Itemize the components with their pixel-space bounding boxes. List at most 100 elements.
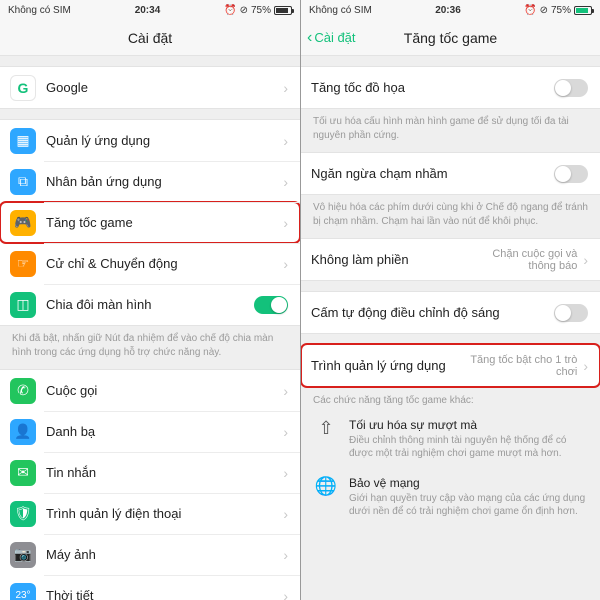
row-mistouch-prevent[interactable]: Ngăn ngừa chạm nhầm xyxy=(301,153,600,194)
settings-group-apps: ✆ Cuộc gọi › 👤 Danh bạ › ✉ Tin nhắn › 🛡 … xyxy=(0,369,300,600)
chevron-right-icon: › xyxy=(283,547,288,563)
row-app-management[interactable]: ▦ Quản lý ứng dụng › xyxy=(0,120,300,161)
split-screen-icon: ◫ xyxy=(10,292,36,318)
status-bar: Không có SIM 20:36 ⏰ ⊘ 75% xyxy=(301,0,600,20)
phone-icon: ✆ xyxy=(10,378,36,404)
chevron-right-icon: › xyxy=(283,133,288,149)
mistouch-hint: Vô hiệu hóa các phím dưới cùng khi ở Chế… xyxy=(301,195,600,228)
battery-charging-icon xyxy=(574,6,592,15)
apps-icon: ▦ xyxy=(10,128,36,154)
alarm-icon: ⏰ xyxy=(224,5,236,16)
settings-group-google: G Google › xyxy=(0,66,300,109)
google-icon: G xyxy=(10,75,36,101)
chevron-right-icon: › xyxy=(283,465,288,481)
row-graphics-boost[interactable]: Tăng tốc đồ họa xyxy=(301,67,600,108)
chevron-right-icon: › xyxy=(583,252,588,268)
brightness-toggle[interactable] xyxy=(554,304,588,322)
row-label: Chia đôi màn hình xyxy=(46,297,254,312)
row-phone-manager[interactable]: 🛡 Trình quản lý điện thoại › xyxy=(0,493,300,534)
row-google[interactable]: G Google › xyxy=(0,67,300,108)
row-gestures[interactable]: ☞ Cử chỉ & Chuyển động › xyxy=(0,243,300,284)
chevron-left-icon: ‹ xyxy=(307,30,312,46)
row-label: Tăng tốc game xyxy=(46,215,277,230)
row-label: Quản lý ứng dụng xyxy=(46,133,277,148)
chevron-right-icon: › xyxy=(583,358,588,374)
chevron-right-icon: › xyxy=(283,588,288,600)
chevron-right-icon: › xyxy=(283,506,288,522)
row-app-clone[interactable]: ⧉ Nhân bản ứng dụng › xyxy=(0,161,300,202)
app-manager-value: Tăng tốc bật cho 1 trò chơi xyxy=(462,354,577,378)
graphics-hint: Tối ưu hóa cấu hình màn hình game để sử … xyxy=(301,109,600,142)
page-title: Tăng tốc game xyxy=(404,30,497,46)
chevron-right-icon: › xyxy=(283,215,288,231)
back-label: Cài đặt xyxy=(314,30,355,45)
feature-title: Bảo vệ mạng xyxy=(349,476,588,490)
mistouch-toggle[interactable] xyxy=(554,165,588,183)
row-game-boost[interactable]: 🎮 Tăng tốc game › xyxy=(0,202,300,243)
row-contacts[interactable]: 👤 Danh bạ › xyxy=(0,411,300,452)
back-button[interactable]: ‹ Cài đặt xyxy=(307,30,356,46)
settings-screen: Không có SIM 20:34 ⏰ ⊘ 75% Cài đặt G Goo… xyxy=(0,0,300,600)
chevron-right-icon: › xyxy=(283,424,288,440)
dnd-value: Chặn cuộc gọi và thông báo xyxy=(462,248,577,272)
chevron-right-icon: › xyxy=(283,80,288,96)
feature-title: Tối ưu hóa sự mượt mà xyxy=(349,418,588,432)
battery-icon xyxy=(274,6,292,15)
row-label: Google xyxy=(46,80,277,95)
row-app-manager[interactable]: Trình quản lý ứng dụng Tăng tốc bật cho … xyxy=(301,345,600,386)
status-icons: ⏰ ⊘ 75% xyxy=(224,5,292,16)
row-messages[interactable]: ✉ Tin nhắn › xyxy=(0,452,300,493)
navbar: ‹ Cài đặt Tăng tốc game xyxy=(301,20,600,56)
row-dnd[interactable]: Không làm phiền Chặn cuộc gọi và thông b… xyxy=(301,239,600,280)
gesture-icon: ☞ xyxy=(10,251,36,277)
dnd-icon: ⊘ xyxy=(540,5,548,16)
settings-group-system: ▦ Quản lý ứng dụng › ⧉ Nhân bản ứng dụng… xyxy=(0,119,300,326)
chevron-right-icon: › xyxy=(283,256,288,272)
clock: 20:36 xyxy=(372,5,524,16)
battery-percent: 75% xyxy=(551,5,571,16)
row-call[interactable]: ✆ Cuộc gọi › xyxy=(0,370,300,411)
shield-icon: 🛡 xyxy=(10,501,36,527)
feature-smooth: ⇧ Tối ưu hóa sự mượt mà Điều chỉnh thông… xyxy=(301,410,600,468)
row-label: Cấm tự động điều chỉnh độ sáng xyxy=(311,305,554,320)
split-screen-hint: Khi đã bật, nhấn giữ Nút đa nhiệm để vào… xyxy=(0,326,300,359)
feature-desc: Điều chỉnh thông minh tài nguyên hệ thốn… xyxy=(349,434,588,460)
feature-network: 🌐 Bảo vệ mạng Giới hạn quyền truy cập và… xyxy=(301,468,600,526)
chevron-right-icon: › xyxy=(283,174,288,190)
split-screen-toggle[interactable] xyxy=(254,296,288,314)
row-label: Tăng tốc đồ họa xyxy=(311,80,554,95)
row-split-screen[interactable]: ◫ Chia đôi màn hình xyxy=(0,284,300,325)
carrier-text: Không có SIM xyxy=(309,5,372,16)
row-label: Máy ảnh xyxy=(46,547,277,562)
row-label: Danh bạ xyxy=(46,424,277,439)
row-camera[interactable]: 📷 Máy ảnh › xyxy=(0,534,300,575)
row-label: Trình quản lý điện thoại xyxy=(46,506,277,521)
game-boost-screen: Không có SIM 20:36 ⏰ ⊘ 75% ‹ Cài đặt Tăn… xyxy=(300,0,600,600)
row-label: Cuộc gọi xyxy=(46,383,277,398)
rocket-icon: ⇧ xyxy=(313,418,339,460)
group-dnd: Không làm phiền Chặn cuộc gọi và thông b… xyxy=(301,238,600,281)
navbar: Cài đặt xyxy=(0,20,300,56)
status-bar: Không có SIM 20:34 ⏰ ⊘ 75% xyxy=(0,0,300,20)
group-brightness: Cấm tự động điều chỉnh độ sáng xyxy=(301,291,600,334)
status-icons: ⏰ ⊘ 75% xyxy=(524,5,592,16)
row-label: Ngăn ngừa chạm nhầm xyxy=(311,166,554,181)
row-lock-brightness[interactable]: Cấm tự động điều chỉnh độ sáng xyxy=(301,292,600,333)
group-graphics: Tăng tốc đồ họa xyxy=(301,66,600,109)
row-label: Tin nhắn xyxy=(46,465,277,480)
chevron-right-icon: › xyxy=(283,383,288,399)
clone-icon: ⧉ xyxy=(10,169,36,195)
page-title: Cài đặt xyxy=(128,30,172,46)
contacts-icon: 👤 xyxy=(10,419,36,445)
messages-icon: ✉ xyxy=(10,460,36,486)
graphics-toggle[interactable] xyxy=(554,79,588,97)
group-mistouch: Ngăn ngừa chạm nhầm xyxy=(301,152,600,195)
row-label: Cử chỉ & Chuyển động xyxy=(46,256,277,271)
other-features-title: Các chức năng tăng tốc game khác: xyxy=(301,387,600,410)
gamepad-icon: 🎮 xyxy=(10,210,36,236)
row-label: Thời tiết xyxy=(46,588,277,600)
row-weather[interactable]: 23° Thời tiết › xyxy=(0,575,300,600)
row-label: Trình quản lý ứng dụng xyxy=(311,358,456,373)
row-label: Không làm phiền xyxy=(311,252,456,267)
group-app-manager: Trình quản lý ứng dụng Tăng tốc bật cho … xyxy=(301,344,600,387)
